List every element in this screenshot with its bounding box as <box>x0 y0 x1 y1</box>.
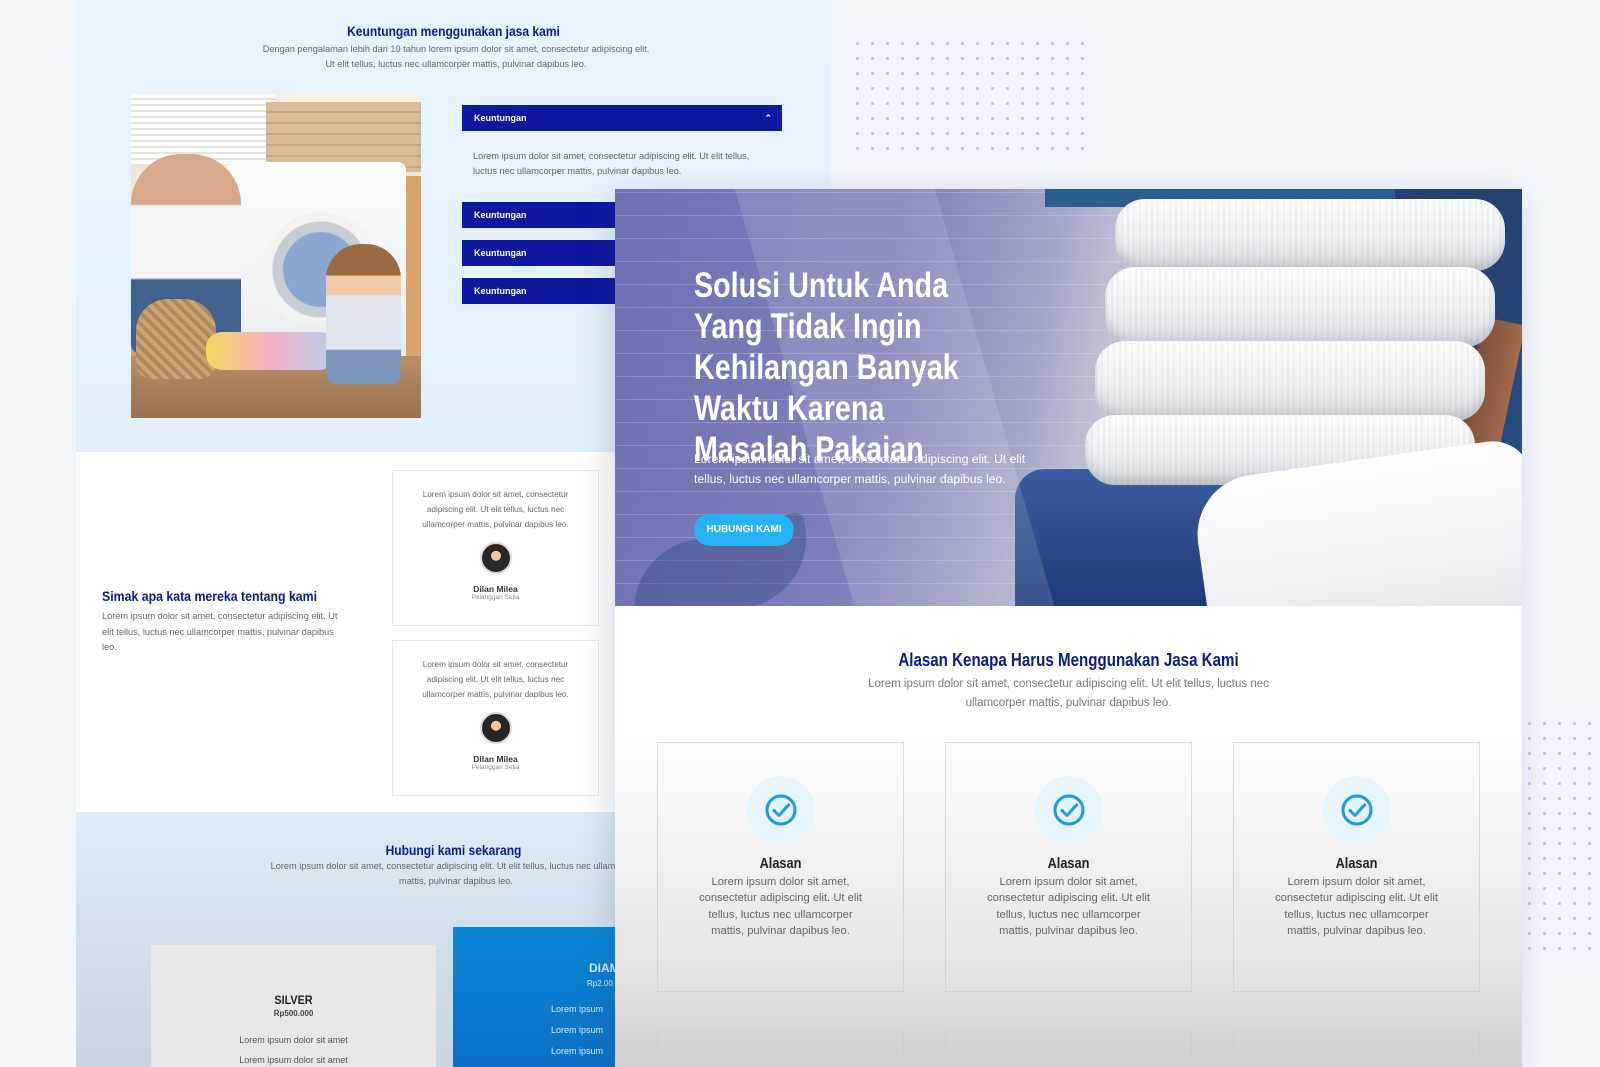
accordion-header-1[interactable]: Keuntungan ⌃ <box>462 105 782 131</box>
reasons-section: Alasan Kenapa Harus Menggunakan Jasa Kam… <box>615 606 1522 1067</box>
testimonial-quote: Lorem ipsum dolor sit amet, consectetur … <box>422 490 569 529</box>
accordion-body-1: Lorem ipsum dolor sit amet, consectetur … <box>473 151 750 176</box>
plan-feature: Lorem ipsum <box>551 1004 604 1014</box>
contact-subtitle: Lorem ipsum dolor sit amet, consectetur … <box>270 861 642 886</box>
check-circle-icon <box>1322 776 1391 844</box>
advantages-subtitle: Dengan pengalaman lebih dari 10 tahun lo… <box>262 44 650 69</box>
check-circle-icon <box>746 776 815 844</box>
check-circle-icon <box>1034 776 1103 844</box>
avatar <box>479 542 512 574</box>
decorative-dots <box>1522 716 1592 956</box>
testimonial-role: Pelanggan Setia <box>471 594 520 601</box>
reason-title: Alasan <box>1047 855 1090 872</box>
reason-title: Alasan <box>759 855 802 872</box>
accordion-label: Keuntungan <box>474 210 527 220</box>
testimonial-card: Lorem ipsum dolor sit amet, consectetur … <box>392 470 599 626</box>
testimonials-text: Lorem ipsum dolor sit amet, consectetur … <box>102 611 338 652</box>
plan-feature: Lorem ipsum dolor sit amet <box>239 1035 348 1045</box>
reasons-title: Alasan Kenapa Harus Menggunakan Jasa Kam… <box>898 650 1239 670</box>
reason-title: Alasan <box>1335 855 1378 872</box>
reason-card: Alasan Lorem ipsum dolor sit amet, conse… <box>1233 742 1480 992</box>
reason-card: Alasan Lorem ipsum dolor sit amet, conse… <box>945 742 1192 992</box>
plan-price: Rp500.000 <box>273 1009 314 1018</box>
reasons-subtitle: Lorem ipsum dolor sit amet, consectetur … <box>868 678 1269 709</box>
testimonial-card: Lorem ipsum dolor sit amet, consectetur … <box>392 640 599 796</box>
testimonial-quote: Lorem ipsum dolor sit amet, consectetur … <box>422 660 569 699</box>
decorative-dots <box>850 36 1090 154</box>
contact-us-button[interactable]: HUBUNGI KAMI <box>694 514 794 546</box>
pricing-card-silver: SILVER Rp500.000 Lorem ipsum dolor sit a… <box>151 945 436 1067</box>
plan-price: Rp2.00 <box>587 979 613 988</box>
front-page-mockup: Solusi Untuk Anda Yang Tidak Ingin Kehil… <box>615 189 1522 1067</box>
advantages-title: Keuntungan menggunakan jasa kami <box>347 23 560 39</box>
reason-card-partial <box>657 1030 904 1067</box>
accordion-label: Keuntungan <box>474 113 527 123</box>
hero-title: Solusi Untuk Anda Yang Tidak Ingin Kehil… <box>694 266 959 469</box>
reason-card-partial <box>1233 1030 1480 1067</box>
avatar <box>479 712 512 744</box>
testimonial-role: Pelanggan Setia <box>471 764 520 771</box>
reason-card-partial <box>945 1030 1192 1067</box>
plan-feature: Lorem ipsum <box>551 1046 604 1056</box>
testimonial-name: Dilan Milea <box>473 754 518 764</box>
reason-text: Lorem ipsum dolor sit amet, consectetur … <box>1275 876 1438 937</box>
reason-text: Lorem ipsum dolor sit amet, consectetur … <box>987 876 1150 937</box>
accordion-label: Keuntungan <box>474 248 527 258</box>
accordion-label: Keuntungan <box>474 286 527 296</box>
testimonial-name: Dilan Milea <box>473 584 518 594</box>
plan-feature: Lorem ipsum dolor sit amet <box>239 1055 348 1065</box>
testimonials-title: Simak apa kata mereka tentang kami <box>102 588 318 604</box>
reason-text: Lorem ipsum dolor sit amet, consectetur … <box>699 876 862 937</box>
chevron-up-icon: ⌃ <box>764 113 772 123</box>
hero-text: Lorem ipsum dolor sit amet, consectetur … <box>694 452 1026 486</box>
hero-section: Solusi Untuk Anda Yang Tidak Ingin Kehil… <box>615 189 1522 606</box>
pricing-card-diamond: DIAM Rp2.00 Lorem ipsum Lorem ipsum Lore… <box>453 927 633 1067</box>
plan-name: SILVER <box>274 993 313 1007</box>
laundry-family-photo <box>131 94 421 418</box>
reason-card: Alasan Lorem ipsum dolor sit amet, conse… <box>657 742 904 992</box>
plan-feature: Lorem ipsum <box>551 1025 604 1035</box>
